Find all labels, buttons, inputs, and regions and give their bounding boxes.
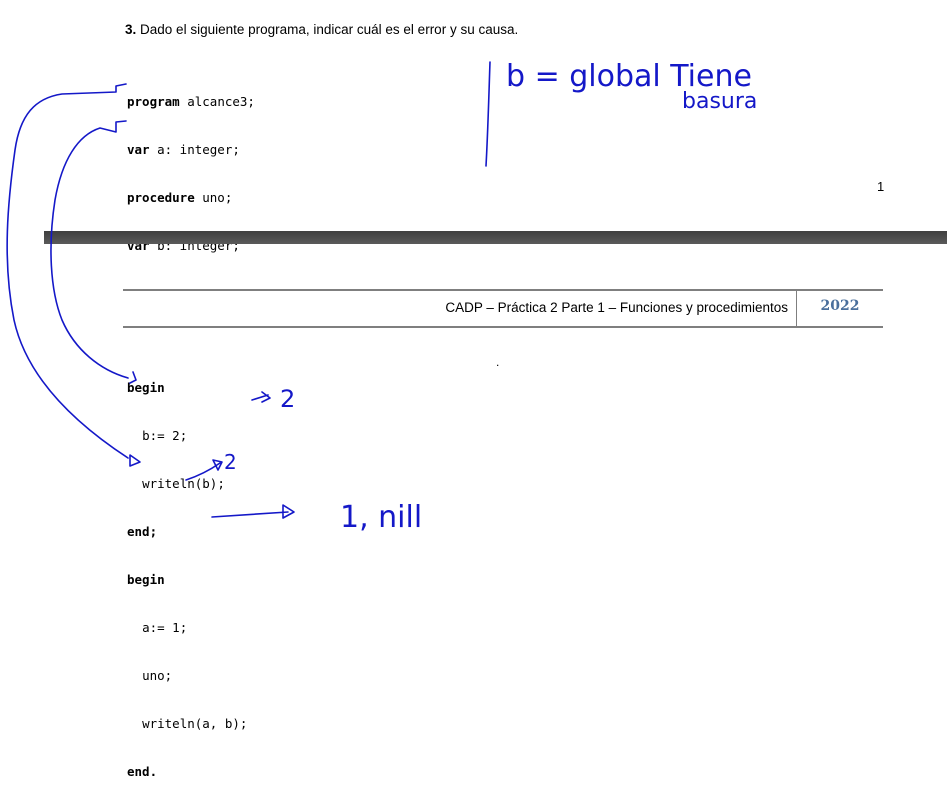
ink-arrow-writeln-b [251,391,271,403]
ink-output-call: 2 [224,450,237,474]
ink-arrow-var-a [6,83,129,459]
ink-note-line2: basura [682,89,757,114]
code-line: begin [127,572,165,587]
code-line: a:= 1; [142,620,188,635]
ink-arrow-uno [185,459,223,481]
code-line: uno; [142,668,173,683]
ink-target-a [129,454,141,467]
ink-output-b: 2 [280,385,295,413]
code-line: writeln(a, b); [142,716,248,731]
code-line: end. [127,764,158,779]
ink-vertical-bar [485,61,491,167]
ink-arrow-var-b [50,120,129,379]
ink-output-final: 1, nill [340,500,422,535]
ink-target-b [129,371,137,384]
handwriting-layer: b = global Tiene basura 2 2 1, nill [6,59,757,535]
ink-arrow-writeln-ab [211,504,295,519]
